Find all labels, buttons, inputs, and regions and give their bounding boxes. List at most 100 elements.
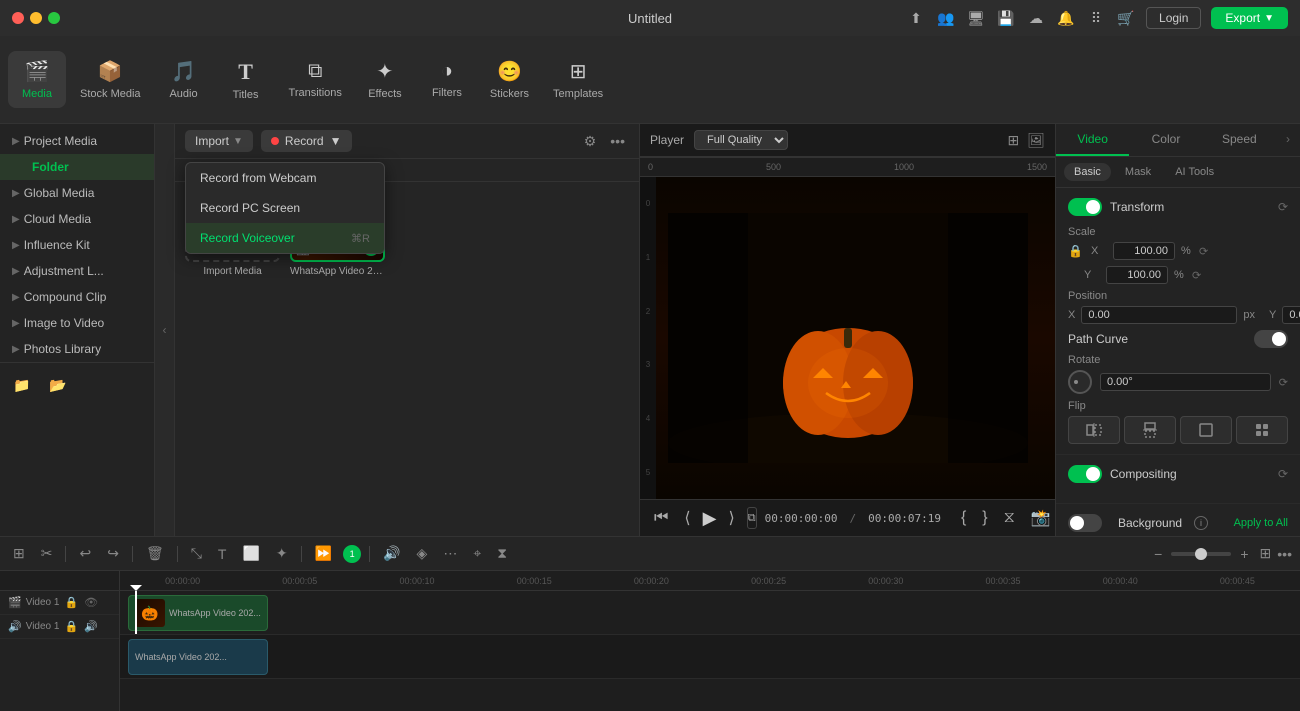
next-frame-button[interactable]: ⟩ — [725, 506, 739, 530]
toolbar-item-media[interactable]: 🎬 Media — [8, 51, 66, 108]
toolbar-item-effects[interactable]: ✦ Effects — [356, 51, 414, 108]
mark-in-button[interactable]: { — [957, 507, 970, 529]
tl-stab-button[interactable]: ⌖ — [468, 542, 486, 565]
tl-crop-button[interactable]: ⬜ — [237, 542, 264, 565]
screen-icon[interactable]: 🖥 — [966, 8, 986, 28]
scale-x-input[interactable] — [1113, 242, 1175, 260]
tl-motion-button[interactable]: ⋯ — [438, 542, 462, 565]
track-eye-button[interactable]: 👁 — [83, 595, 99, 610]
scale-y-reset-icon[interactable]: ⟳ — [1192, 269, 1201, 282]
tl-grid-button[interactable]: ⊞ — [1260, 545, 1272, 562]
tl-delete-button[interactable]: 🗑 — [141, 542, 169, 565]
minimize-button[interactable] — [30, 12, 42, 24]
tl-transform-button[interactable]: ⤡ — [186, 542, 207, 565]
sidebar-item-photos-library[interactable]: ▶ Photos Library — [0, 336, 154, 362]
import-button[interactable]: Import ▼ — [185, 130, 253, 152]
prev-frame-button[interactable]: ⟨ — [680, 506, 694, 530]
grid-view-icon[interactable]: ⊞ — [1007, 132, 1019, 149]
track-audio-lock[interactable]: 🔒 — [63, 619, 79, 634]
rotate-reset-icon[interactable]: ⟳ — [1279, 376, 1288, 389]
rotate-dial[interactable] — [1068, 370, 1092, 394]
filter-icon[interactable]: ⚙ — [580, 131, 601, 152]
apply-all-button[interactable]: Apply to All — [1234, 517, 1288, 529]
preview-canvas[interactable]: 012345 — [640, 177, 1055, 499]
tl-speed-btn[interactable]: ⏩ — [310, 542, 337, 565]
export-button[interactable]: Export ▼ — [1211, 7, 1288, 29]
image-icon[interactable]: 🖼 — [1027, 132, 1045, 149]
folder-add-icon[interactable]: 📂 — [44, 371, 72, 399]
toolbar-item-transitions[interactable]: ⧉ Transitions — [279, 52, 352, 107]
share-icon[interactable]: ⬆ — [906, 8, 926, 28]
record-from-webcam-item[interactable]: Record from Webcam — [186, 163, 384, 193]
bell-icon[interactable]: 🔔 — [1056, 8, 1076, 28]
toolbar-item-audio[interactable]: 🎵 Audio — [155, 51, 213, 108]
toolbar-item-titles[interactable]: T Titles — [217, 51, 275, 109]
tl-cut2-button[interactable]: ⧗ — [492, 542, 512, 565]
tl-dots-button[interactable]: ••• — [1277, 546, 1292, 562]
subtab-ai-tools[interactable]: AI Tools — [1165, 163, 1224, 181]
toolbar-item-templates[interactable]: ⊞ Templates — [543, 51, 613, 108]
subtab-basic[interactable]: Basic — [1064, 163, 1111, 181]
record-button[interactable]: Record ▼ — [261, 130, 352, 152]
tl-zoom-out-button[interactable]: − — [1149, 543, 1167, 565]
tl-magic-button[interactable]: ✦ — [271, 542, 293, 565]
tab-speed[interactable]: Speed — [1203, 124, 1276, 156]
background-toggle[interactable] — [1068, 514, 1102, 532]
tab-more-icon[interactable]: › — [1276, 124, 1300, 156]
more-options-icon[interactable]: ••• — [606, 131, 629, 152]
track-audio-mute[interactable]: 🔊 — [83, 619, 99, 634]
tl-marker-button[interactable]: ◈ — [412, 542, 433, 565]
audio-clip[interactable]: WhatsApp Video 202... — [128, 639, 268, 675]
sidebar-item-project-media[interactable]: ▶ Project Media — [0, 128, 154, 154]
close-button[interactable] — [12, 12, 24, 24]
tab-video[interactable]: Video — [1056, 124, 1129, 156]
toolbar-item-stock-media[interactable]: 📦 Stock Media — [70, 51, 151, 108]
maximize-button[interactable] — [48, 12, 60, 24]
folder-new-icon[interactable]: 📁 — [8, 371, 36, 399]
video-clip[interactable]: 🎃 WhatsApp Video 202... — [128, 595, 268, 631]
video-track-row[interactable]: 🎃 WhatsApp Video 202... — [120, 591, 1300, 635]
save-icon[interactable]: 💾 — [996, 8, 1016, 28]
skip-back-button[interactable]: ⏮ — [650, 507, 672, 529]
play-button[interactable]: ▶ — [703, 508, 717, 529]
rotate-input[interactable] — [1100, 373, 1271, 391]
mark-out-button[interactable]: } — [978, 507, 991, 529]
playhead[interactable] — [135, 591, 137, 634]
login-button[interactable]: Login — [1146, 7, 1201, 29]
sidebar-item-image-to-video[interactable]: ▶ Image to Video — [0, 310, 154, 336]
transform-toggle[interactable] — [1068, 198, 1102, 216]
sidebar-item-cloud-media[interactable]: ▶ Cloud Media — [0, 206, 154, 232]
toolbar-item-filters[interactable]: ◑ Filters — [418, 52, 476, 107]
compositing-toggle[interactable] — [1068, 465, 1102, 483]
pos-x-input[interactable] — [1081, 306, 1237, 324]
toolbar-item-stickers[interactable]: 😊 Stickers — [480, 51, 539, 108]
subtab-mask[interactable]: Mask — [1115, 163, 1161, 181]
pos-y-input[interactable] — [1282, 306, 1300, 324]
track-lock-button[interactable]: 🔒 — [63, 595, 79, 610]
tl-zoom-in-button[interactable]: + — [1235, 543, 1253, 565]
tl-undo-button[interactable]: ↩ — [74, 542, 96, 565]
screenshot-button[interactable]: 📸 — [1027, 506, 1055, 530]
audio-track-row[interactable]: WhatsApp Video 202... — [120, 635, 1300, 679]
cloud-icon[interactable]: ☁ — [1026, 8, 1046, 28]
grid-icon[interactable]: ⠿ — [1086, 8, 1106, 28]
scale-y-input[interactable] — [1106, 266, 1168, 284]
tl-vol-button[interactable]: 🔊 — [378, 542, 405, 565]
tl-layout-button[interactable]: ⊞ — [8, 542, 30, 565]
timeline-tracks[interactable]: 00:00:00 00:00:05 00:00:10 00:00:15 00:0… — [120, 571, 1300, 711]
transform-reset-icon[interactable]: ⟳ — [1278, 200, 1288, 214]
record-voiceover-item[interactable]: Record Voiceover ⌘R — [186, 223, 384, 253]
compositing-reset-icon[interactable]: ⟳ — [1278, 467, 1288, 481]
flip-vertical-button[interactable] — [1124, 416, 1176, 444]
tl-zoom-track[interactable] — [1171, 552, 1231, 556]
flip-other-button[interactable] — [1236, 416, 1288, 444]
quality-select[interactable]: Full Quality — [694, 130, 788, 150]
tl-cut-button[interactable]: ✂ — [36, 542, 58, 565]
people-icon[interactable]: 👥 — [936, 8, 956, 28]
sidebar-item-folder[interactable]: Folder — [0, 154, 154, 180]
cart-icon[interactable]: 🛒 — [1116, 8, 1136, 28]
scale-x-reset-icon[interactable]: ⟳ — [1199, 245, 1208, 258]
tab-color[interactable]: Color — [1129, 124, 1202, 156]
sidebar-item-compound-clip[interactable]: ▶ Compound Clip — [0, 284, 154, 310]
sidebar-item-adjustment[interactable]: ▶ Adjustment L... — [0, 258, 154, 284]
